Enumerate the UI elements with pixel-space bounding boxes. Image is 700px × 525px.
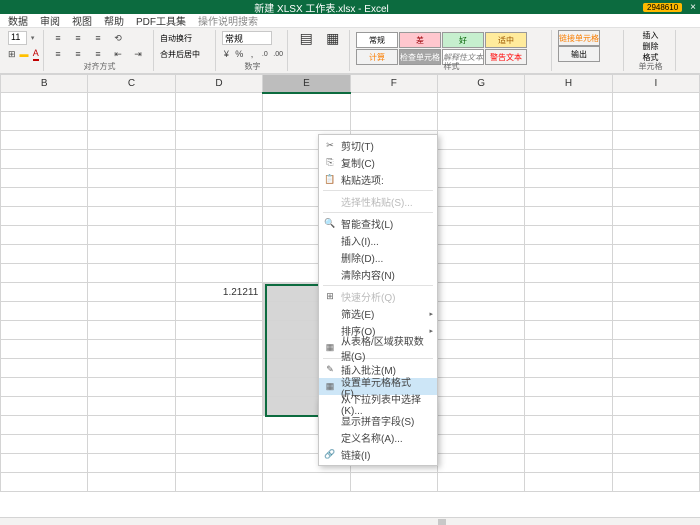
indent-dec-icon[interactable]: ⇤ [110, 47, 126, 61]
col-header-f[interactable]: F [350, 75, 437, 93]
ctx-link[interactable]: 🔗链接(I) [319, 446, 437, 463]
delete-button[interactable]: 删除 [643, 41, 659, 52]
style-bad[interactable]: 差 [399, 32, 441, 48]
ctx-define-name[interactable]: 定义名称(A)... [319, 429, 437, 446]
col-header-e[interactable]: E [263, 75, 350, 93]
separator [323, 285, 433, 286]
copy-icon: ⎘ [323, 157, 337, 168]
title-bar: 新建 XLSX 工作表.xlsx - Excel 2948610 × [0, 0, 700, 14]
grid-icon: ▦ [323, 381, 337, 392]
align-mid-icon[interactable]: ≡ [70, 31, 86, 45]
col-header-d[interactable]: D [175, 75, 263, 93]
menu-tellme[interactable]: 操作说明搜索 [198, 13, 258, 28]
menu-data[interactable]: 数据 [8, 13, 28, 28]
ctx-pick-dropdown[interactable]: 从下拉列表中选择(K)... [319, 395, 437, 412]
group-align-label: 对齐方式 [46, 61, 153, 72]
ctx-show-pinyin[interactable]: 显示拼音字段(S) [319, 412, 437, 429]
fill-icon[interactable]: ▬ [20, 47, 29, 61]
scroll-indicator [438, 519, 446, 525]
separator [323, 190, 433, 191]
cell-d11-value[interactable]: 1.21211 [175, 283, 263, 302]
col-header-c[interactable]: C [88, 75, 175, 93]
comma-icon[interactable]: , [248, 47, 257, 61]
col-header-b[interactable]: B [1, 75, 88, 93]
search-icon: 🔍 [323, 218, 337, 229]
cond-format-button[interactable]: ▤ [294, 30, 319, 47]
close-icon[interactable]: × [690, 2, 696, 13]
group-style-label: 样式 [352, 61, 551, 72]
dec-decimal-icon[interactable]: .00 [273, 47, 283, 61]
insert-button[interactable]: 插入 [643, 30, 659, 41]
inc-decimal-icon[interactable]: .0 [260, 47, 269, 61]
menu-pdf[interactable]: PDF工具集 [136, 13, 186, 28]
table-icon: ▦ [323, 342, 337, 353]
ctx-paste-options[interactable]: 📋粘贴选项: [319, 171, 437, 188]
style-linked[interactable]: 链接单元格 [558, 30, 600, 46]
quick-icon: ⊞ [323, 291, 337, 302]
wrap-text-button[interactable]: 自动换行 [160, 33, 192, 44]
ctx-copy[interactable]: ⎘复制(C) [319, 154, 437, 171]
context-menu: ✂剪切(T) ⎘复制(C) 📋粘贴选项: 选择性粘贴(S)... 🔍智能查找(L… [318, 134, 438, 466]
ribbon: 11 ▾ ⊞ ▬ A ≡ ≡ ≡ ⟲ ≡ ≡ ≡ ⇤ ⇥ 对齐方式 自动换行 合并… [0, 28, 700, 74]
col-header-h[interactable]: H [525, 75, 612, 93]
ctx-insert[interactable]: 插入(I)... [319, 232, 437, 249]
ctx-cut[interactable]: ✂剪切(T) [319, 137, 437, 154]
cond-format-icon: ▤ [300, 30, 313, 47]
group-cell-label: 单元格 [626, 61, 675, 72]
separator [323, 212, 433, 213]
indent-inc-icon[interactable]: ⇥ [130, 47, 146, 61]
border-icon[interactable]: ⊞ [8, 47, 16, 61]
style-good[interactable]: 好 [442, 32, 484, 48]
warning-badge[interactable]: 2948610 [643, 3, 682, 12]
comment-icon: ✎ [323, 364, 337, 375]
menu-view[interactable]: 视图 [72, 13, 92, 28]
chevron-down-icon[interactable]: ▾ [31, 34, 39, 42]
paste-icon: 📋 [323, 174, 337, 185]
ctx-clear[interactable]: 清除内容(N) [319, 266, 437, 283]
table-format-button[interactable]: ▦ [321, 30, 346, 47]
ctx-paste-special: 选择性粘贴(S)... [319, 193, 437, 210]
group-num-label: 数字 [218, 61, 287, 72]
link-icon: 🔗 [323, 449, 337, 460]
style-output[interactable]: 输出 [558, 46, 600, 62]
number-format-select[interactable]: 常规 [222, 31, 272, 45]
style-neutral[interactable]: 适中 [485, 32, 527, 48]
table-icon: ▦ [326, 30, 339, 47]
col-header-g[interactable]: G [437, 75, 524, 93]
orientation-icon[interactable]: ⟲ [110, 31, 126, 45]
scissors-icon: ✂ [323, 140, 337, 151]
fontcolor-icon[interactable]: A [33, 47, 39, 61]
menu-bar: 数据 审阅 视图 帮助 PDF工具集 操作说明搜索 [0, 14, 700, 28]
ctx-smart-lookup[interactable]: 🔍智能查找(L) [319, 215, 437, 232]
ctx-get-data[interactable]: ▦从表格/区域获取数据(G) [319, 339, 437, 356]
menu-help[interactable]: 帮助 [104, 13, 124, 28]
style-normal[interactable]: 常规 [356, 32, 398, 48]
ctx-delete[interactable]: 删除(D)... [319, 249, 437, 266]
align-bot-icon[interactable]: ≡ [90, 31, 106, 45]
app-title: 新建 XLSX 工作表.xlsx - Excel [4, 0, 639, 15]
ctx-filter[interactable]: 筛选(E)▸ [319, 305, 437, 322]
sheet-tab-strip[interactable] [0, 517, 700, 525]
menu-review[interactable]: 审阅 [40, 13, 60, 28]
currency-icon[interactable]: ¥ [222, 47, 231, 61]
align-right-icon[interactable]: ≡ [90, 47, 106, 61]
arrow-right-icon: ▸ [429, 310, 433, 318]
percent-icon[interactable]: % [235, 47, 244, 61]
align-top-icon[interactable]: ≡ [50, 31, 66, 45]
col-header-i[interactable]: I [612, 75, 699, 93]
align-left-icon[interactable]: ≡ [50, 47, 66, 61]
font-size-input[interactable]: 11 [8, 31, 27, 45]
ctx-quick-analysis: ⊞快速分析(Q) [319, 288, 437, 305]
align-center-icon[interactable]: ≡ [70, 47, 86, 61]
merge-button[interactable]: 合并后居中 [160, 49, 200, 60]
